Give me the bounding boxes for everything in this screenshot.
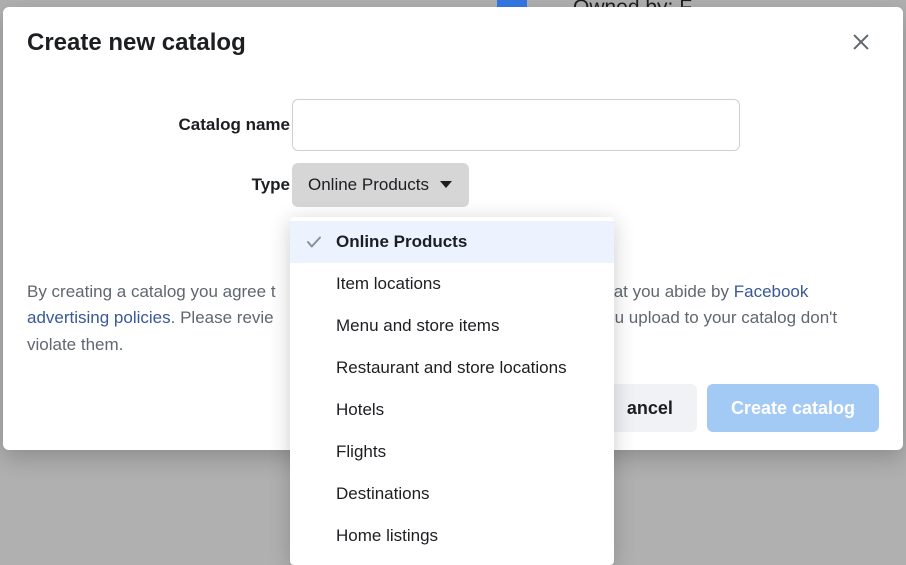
caret-down-icon xyxy=(439,180,453,190)
dropdown-item-label: Menu and store items xyxy=(336,316,499,336)
type-select[interactable]: Online Products xyxy=(292,163,469,207)
form-area: Catalog name Type Online Products xyxy=(3,99,903,207)
consent-part2: that you abide by xyxy=(600,282,734,301)
close-button[interactable] xyxy=(843,25,879,61)
dropdown-item-menu-store-items[interactable]: Menu and store items xyxy=(290,305,614,347)
dropdown-item-label: Restaurant and store locations xyxy=(336,358,567,378)
modal-footer: ancel Create catalog xyxy=(603,384,879,432)
dropdown-item-label: Item locations xyxy=(336,274,441,294)
type-selected-value: Online Products xyxy=(308,175,429,195)
cancel-button[interactable]: ancel xyxy=(603,384,697,432)
dropdown-item-flights[interactable]: Flights xyxy=(290,431,614,473)
dropdown-item-label: Online Products xyxy=(336,232,467,252)
dropdown-item-label: Hotels xyxy=(336,400,384,420)
dropdown-item-item-locations[interactable]: Item locations xyxy=(290,263,614,305)
dropdown-item-hotels[interactable]: Hotels xyxy=(290,389,614,431)
consent-part3: . Please revie xyxy=(171,308,274,327)
type-label: Type xyxy=(27,175,292,195)
dropdown-item-destinations[interactable]: Destinations xyxy=(290,473,614,515)
type-dropdown: Online Products Item locations Menu and … xyxy=(290,217,614,565)
type-row: Type Online Products xyxy=(27,163,879,207)
dropdown-item-label: Flights xyxy=(336,442,386,462)
dropdown-item-label: Home listings xyxy=(336,526,438,546)
modal-header: Create new catalog xyxy=(3,7,903,61)
catalog-name-row: Catalog name xyxy=(27,99,879,151)
dropdown-item-label: Destinations xyxy=(336,484,430,504)
dropdown-item-restaurant-store-locations[interactable]: Restaurant and store locations xyxy=(290,347,614,389)
modal-title: Create new catalog xyxy=(27,29,246,57)
consent-part1: By creating a catalog you agree t xyxy=(27,282,276,301)
catalog-name-input[interactable] xyxy=(292,99,740,151)
check-icon xyxy=(304,233,324,251)
dropdown-item-online-products[interactable]: Online Products xyxy=(290,221,614,263)
dropdown-item-home-listings[interactable]: Home listings xyxy=(290,515,614,557)
create-catalog-button[interactable]: Create catalog xyxy=(707,384,879,432)
catalog-name-label: Catalog name xyxy=(27,115,292,135)
close-icon xyxy=(850,31,872,56)
